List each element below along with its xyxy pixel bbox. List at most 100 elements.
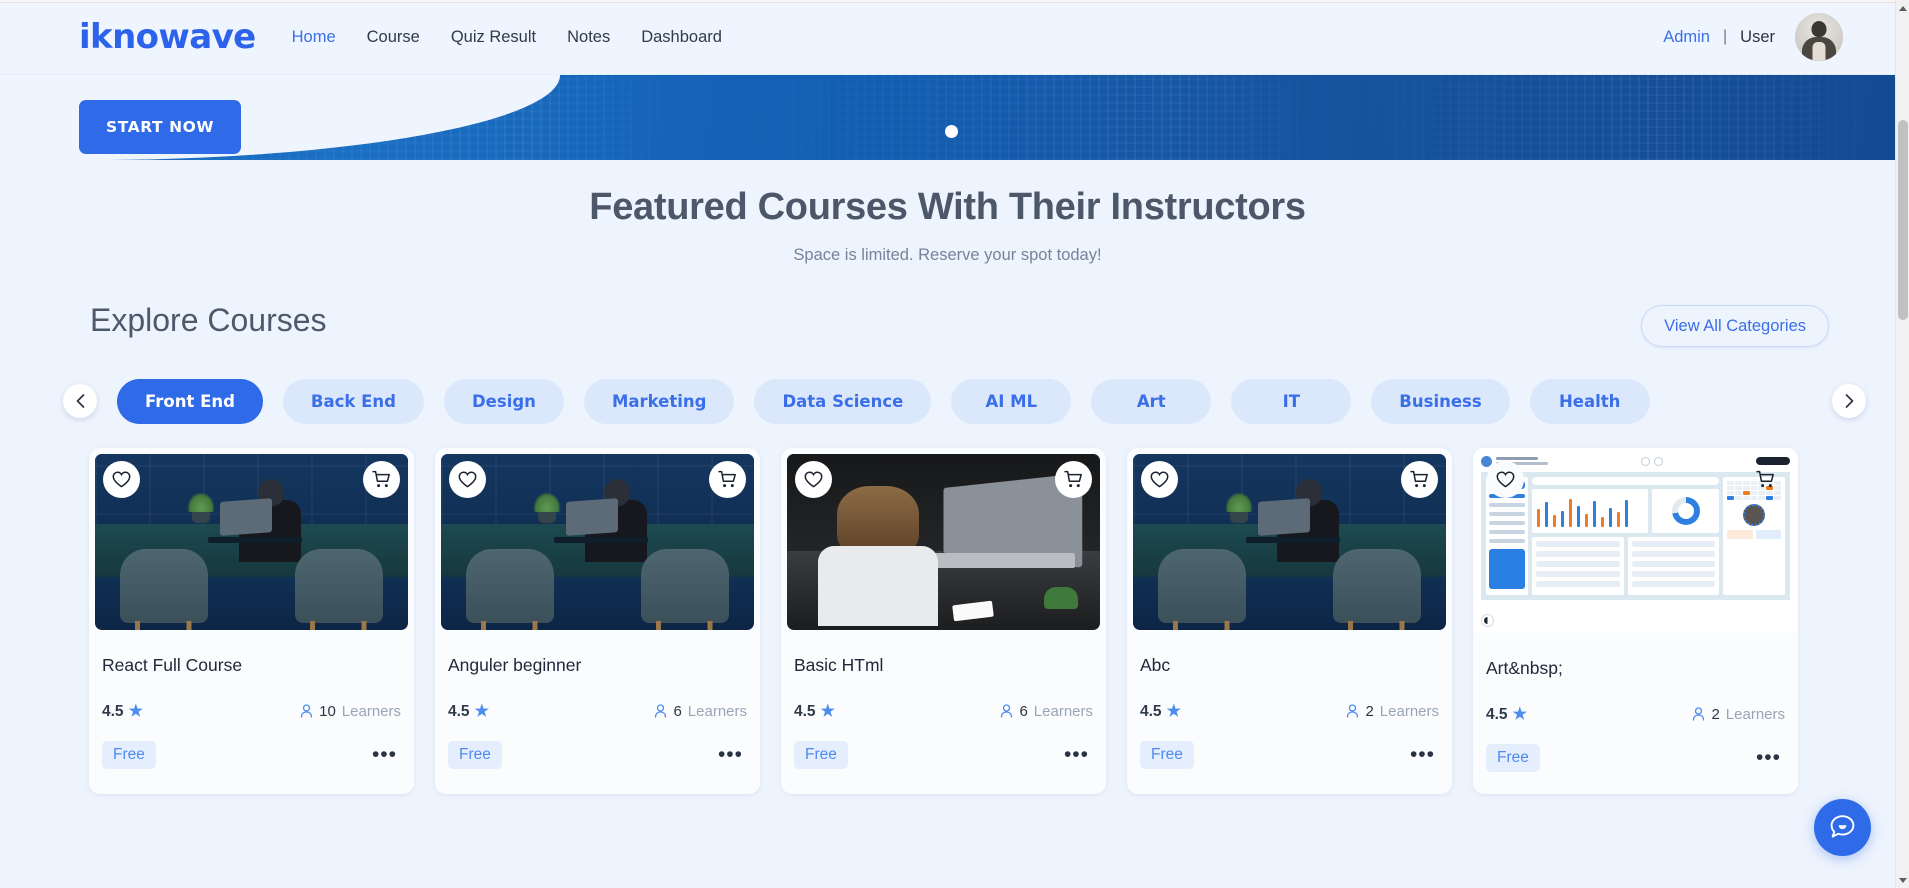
cart-icon	[1409, 470, 1428, 488]
chevron-right-icon	[1845, 394, 1853, 408]
page-scrollbar[interactable]	[1895, 0, 1909, 888]
course-more-options-button[interactable]: •••	[372, 744, 401, 765]
course-title: Anguler beginner	[448, 655, 582, 675]
carousel-dot[interactable]	[945, 125, 958, 138]
course-card[interactable]: Art&nbsp; 4.5 ★ 2 Learners Free •••	[1473, 448, 1798, 794]
site-header: iknowave Home Course Quiz Result Notes D…	[0, 0, 1895, 75]
category-chip-it[interactable]: IT	[1231, 378, 1352, 424]
course-learners: 2 Learners	[1692, 706, 1785, 723]
nav-item-quiz-result[interactable]: Quiz Result	[451, 28, 536, 47]
user-link[interactable]: User	[1740, 28, 1775, 47]
nav-item-course[interactable]: Course	[367, 28, 420, 47]
course-meta: 4.5 ★ 6 Learners	[794, 701, 1093, 721]
favorite-button[interactable]	[449, 461, 486, 498]
course-title: React Full Course	[102, 655, 243, 675]
course-card[interactable]: Anguler beginner 4.5 ★ 6 Learners Free •…	[435, 448, 760, 794]
course-card[interactable]: Abc 4.5 ★ 2 Learners Free •••	[1127, 448, 1452, 794]
add-to-cart-button[interactable]	[1401, 461, 1438, 498]
brand-logo[interactable]: iknowave	[79, 17, 256, 57]
course-learners: 6 Learners	[1000, 703, 1093, 720]
office-desk-photo	[441, 454, 754, 630]
learners-label: Learners	[341, 702, 401, 720]
avatar-shirt	[1812, 42, 1826, 61]
learners-label: Learners	[1725, 705, 1785, 723]
favorite-button[interactable]	[103, 461, 140, 498]
hero-banner-carousel[interactable]	[0, 75, 1895, 160]
avatar[interactable]	[1795, 13, 1843, 61]
category-chip-data-science[interactable]: Data Science	[754, 378, 932, 424]
category-chip-back-end[interactable]: Back End	[282, 378, 424, 424]
category-chip-marketing[interactable]: Marketing	[583, 378, 735, 424]
avatar-head	[1811, 21, 1827, 37]
categories-prev-button[interactable]	[63, 384, 97, 418]
scroll-up-button[interactable]	[1896, 0, 1909, 16]
learners-label: Learners	[1379, 702, 1439, 720]
course-footer: Free •••	[1486, 744, 1785, 772]
explore-header-row: Explore Courses View All Categories	[0, 299, 1895, 361]
course-learners: 10 Learners	[300, 703, 401, 720]
learners-count: 6	[1019, 702, 1028, 720]
course-meta: 4.5 ★ 2 Learners	[1140, 701, 1439, 721]
nav-item-dashboard[interactable]: Dashboard	[641, 28, 722, 47]
favorite-button[interactable]	[1141, 461, 1178, 498]
page-subtitle: Space is limited. Reserve your spot toda…	[793, 246, 1102, 264]
course-more-options-button[interactable]: •••	[718, 744, 747, 765]
category-chip-design[interactable]: Design	[443, 378, 564, 424]
admin-link[interactable]: Admin	[1663, 28, 1710, 47]
header-account-area: Admin | User	[1663, 13, 1843, 61]
star-icon: ★	[1166, 703, 1181, 720]
course-rating: 4.5 ★	[102, 701, 143, 721]
category-chip-business[interactable]: Business	[1371, 378, 1510, 424]
heart-icon	[804, 471, 823, 488]
nav-item-home[interactable]: Home	[292, 28, 336, 47]
nav-item-notes[interactable]: Notes	[567, 28, 610, 47]
add-to-cart-button[interactable]	[363, 461, 400, 498]
cart-icon	[1755, 470, 1774, 488]
main-navigation: Home Course Quiz Result Notes Dashboard	[292, 28, 722, 47]
heart-icon	[1150, 471, 1169, 488]
course-card-body: React Full Course 4.5 ★ 10 Learners Free…	[89, 655, 414, 769]
category-chip-health[interactable]: Health	[1529, 378, 1650, 424]
categories-next-button[interactable]	[1832, 384, 1866, 418]
cart-icon	[717, 470, 736, 488]
chat-widget-button[interactable]	[1814, 799, 1871, 856]
favorite-button[interactable]	[1487, 461, 1524, 498]
window-top-strip	[0, 0, 1895, 3]
course-more-options-button[interactable]: •••	[1756, 747, 1785, 768]
page-title: Featured Courses With Their Instructors	[589, 186, 1306, 228]
heart-icon	[458, 471, 477, 488]
course-footer: Free •••	[448, 741, 747, 769]
add-to-cart-button[interactable]	[1747, 461, 1784, 498]
category-chip-ai-ml[interactable]: AI ML	[951, 378, 1072, 424]
learners-label: Learners	[687, 702, 747, 720]
star-icon: ★	[474, 703, 489, 720]
add-to-cart-button[interactable]	[1055, 461, 1092, 498]
course-footer: Free •••	[102, 741, 401, 769]
person-icon	[1347, 704, 1359, 718]
course-title: Art&nbsp;	[1486, 658, 1563, 678]
course-thumbnail	[441, 454, 754, 630]
course-learners: 6 Learners	[654, 703, 747, 720]
start-now-button[interactable]: START NOW	[79, 100, 241, 154]
office-desk-photo	[95, 454, 408, 630]
favorite-button[interactable]	[795, 461, 832, 498]
rating-value: 4.5	[448, 703, 470, 720]
category-chip-art[interactable]: Art	[1091, 378, 1212, 424]
course-learners: 2 Learners	[1346, 703, 1439, 720]
course-more-options-button[interactable]: •••	[1064, 744, 1093, 765]
course-footer: Free •••	[1140, 741, 1439, 769]
add-to-cart-button[interactable]	[709, 461, 746, 498]
scrollbar-thumb[interactable]	[1898, 120, 1908, 320]
course-card-body: Anguler beginner 4.5 ★ 6 Learners Free •…	[435, 655, 760, 769]
theme-toggle-icon	[1481, 614, 1494, 627]
category-chip-front-end[interactable]: Front End	[117, 378, 263, 424]
course-rating: 4.5 ★	[794, 701, 835, 721]
course-rating: 4.5 ★	[1140, 701, 1181, 721]
view-all-categories-button[interactable]: View All Categories	[1641, 305, 1829, 347]
course-card[interactable]: Basic HTml 4.5 ★ 6 Learners Free •••	[781, 448, 1106, 794]
scroll-down-button[interactable]	[1896, 872, 1909, 888]
course-card[interactable]: React Full Course 4.5 ★ 10 Learners Free…	[89, 448, 414, 794]
course-more-options-button[interactable]: •••	[1410, 744, 1439, 765]
learners-count: 2	[1365, 702, 1374, 720]
course-meta: 4.5 ★ 6 Learners	[448, 701, 747, 721]
